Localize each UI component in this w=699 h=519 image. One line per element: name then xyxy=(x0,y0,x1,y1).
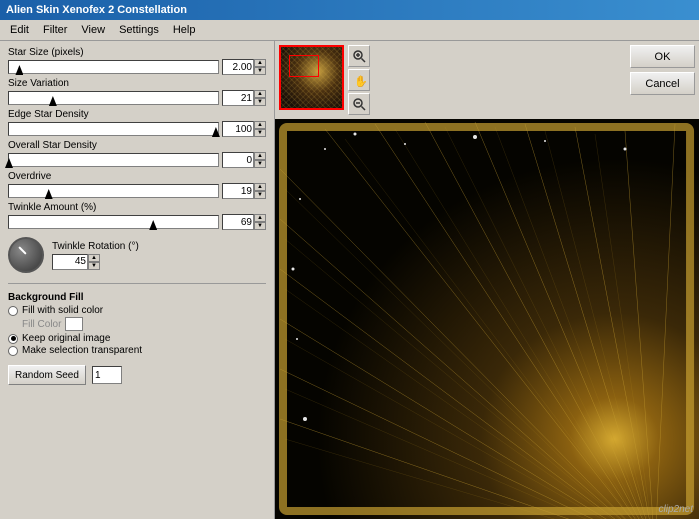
star-size-label: Star Size (pixels) xyxy=(8,47,266,58)
menu-bar: Edit Filter View Settings Help xyxy=(0,20,699,41)
star-size-up[interactable]: ▲ xyxy=(254,59,266,67)
overall-density-input[interactable] xyxy=(222,152,254,168)
menu-settings[interactable]: Settings xyxy=(113,22,165,38)
preview-thumbnail xyxy=(279,45,344,110)
twinkle-rotation-input[interactable] xyxy=(52,254,88,270)
bg-fill-title: Background Fill xyxy=(8,292,266,303)
overall-density-up[interactable]: ▲ xyxy=(254,152,266,160)
zoom-in-button[interactable] xyxy=(348,45,370,67)
radio-make-transparent-btn[interactable] xyxy=(8,346,18,356)
twinkle-rotation-up[interactable]: ▲ xyxy=(88,254,100,262)
constellation-svg xyxy=(275,119,699,519)
size-variation-up[interactable]: ▲ xyxy=(254,90,266,98)
size-variation-input[interactable] xyxy=(222,90,254,106)
edge-density-down[interactable]: ▼ xyxy=(254,129,266,137)
menu-edit[interactable]: Edit xyxy=(4,22,35,38)
thumb-tools: ✋ xyxy=(348,45,370,115)
edge-density-label: Edge Star Density xyxy=(8,109,266,120)
star-size-row: Star Size (pixels) ▲ ▼ xyxy=(8,47,266,75)
edge-density-input[interactable] xyxy=(222,121,254,137)
radio-fill-solid-label: Fill with solid color xyxy=(22,305,103,316)
overdrive-up[interactable]: ▲ xyxy=(254,183,266,191)
overdrive-row: Overdrive ▲ ▼ xyxy=(8,171,266,199)
right-panel: ✋ OK Cancel xyxy=(275,41,699,519)
twinkle-rotation-down[interactable]: ▼ xyxy=(88,262,100,270)
menu-view[interactable]: View xyxy=(75,22,111,38)
twinkle-rotation-row: Twinkle Rotation (°) ▲ ▼ xyxy=(8,237,266,273)
twinkle-amount-label: Twinkle Amount (%) xyxy=(8,202,266,213)
fill-color-swatch[interactable] xyxy=(65,317,83,331)
star-size-down[interactable]: ▼ xyxy=(254,67,266,75)
star-size-slider[interactable] xyxy=(8,60,219,74)
hand-tool-button[interactable]: ✋ xyxy=(348,69,370,91)
overall-density-label: Overall Star Density xyxy=(8,140,266,151)
radio-fill-solid[interactable]: Fill with solid color xyxy=(8,305,266,316)
twinkle-amount-input[interactable] xyxy=(222,214,254,230)
overall-density-down[interactable]: ▼ xyxy=(254,160,266,168)
overdrive-slider[interactable] xyxy=(8,184,219,198)
twinkle-rotation-label: Twinkle Rotation (°) xyxy=(52,241,139,252)
radio-make-transparent-label: Make selection transparent xyxy=(22,345,142,356)
twinkle-amount-row: Twinkle Amount (%) ▲ ▼ xyxy=(8,202,266,230)
overall-density-slider[interactable] xyxy=(8,153,219,167)
twinkle-amount-down[interactable]: ▼ xyxy=(254,222,266,230)
star-size-input[interactable] xyxy=(222,59,254,75)
preview-main xyxy=(275,119,699,519)
radio-keep-original-btn[interactable] xyxy=(8,334,18,344)
zoom-out-button[interactable] xyxy=(348,93,370,115)
preview-canvas xyxy=(275,119,699,519)
twinkle-amount-up[interactable]: ▲ xyxy=(254,214,266,222)
fill-color-label: Fill Color xyxy=(22,319,61,330)
svg-text:✋: ✋ xyxy=(354,75,366,87)
ok-button[interactable]: OK xyxy=(630,45,695,68)
random-seed-button[interactable]: Random Seed xyxy=(8,365,86,385)
overall-density-row: Overall Star Density ▲ ▼ xyxy=(8,140,266,168)
edge-density-slider[interactable] xyxy=(8,122,219,136)
radio-keep-original[interactable]: Keep original image xyxy=(8,333,266,344)
size-variation-row: Size Variation ▲ ▼ xyxy=(8,78,266,106)
fill-color-row: Fill Color xyxy=(22,317,266,331)
twinkle-amount-slider[interactable] xyxy=(8,215,219,229)
edge-density-row: Edge Star Density ▲ ▼ xyxy=(8,109,266,137)
size-variation-label: Size Variation xyxy=(8,78,266,89)
preview-red-rect xyxy=(289,55,319,77)
twinkle-rotation-knob[interactable] xyxy=(8,237,44,273)
size-variation-down[interactable]: ▼ xyxy=(254,98,266,106)
title-bar: Alien Skin Xenofex 2 Constellation xyxy=(0,0,699,20)
overdrive-down[interactable]: ▼ xyxy=(254,191,266,199)
background-fill-section: Background Fill Fill with solid color Fi… xyxy=(8,292,266,357)
radio-keep-original-label: Keep original image xyxy=(22,333,110,344)
random-seed-input[interactable] xyxy=(92,366,122,384)
right-top-bar: ✋ OK Cancel xyxy=(275,41,699,119)
radio-fill-solid-btn[interactable] xyxy=(8,306,18,316)
cancel-button[interactable]: Cancel xyxy=(630,72,695,95)
menu-help[interactable]: Help xyxy=(167,22,202,38)
overdrive-input[interactable] xyxy=(222,183,254,199)
left-panel: Star Size (pixels) ▲ ▼ Size Variation xyxy=(0,41,275,519)
random-seed-row: Random Seed xyxy=(8,365,266,385)
overdrive-label: Overdrive xyxy=(8,171,266,182)
watermark: clip2net xyxy=(659,504,693,515)
divider-1 xyxy=(8,283,266,284)
window-title: Alien Skin Xenofex 2 Constellation xyxy=(6,4,187,16)
ok-cancel-buttons: OK Cancel xyxy=(630,45,695,95)
edge-density-up[interactable]: ▲ xyxy=(254,121,266,129)
size-variation-slider[interactable] xyxy=(8,91,219,105)
radio-make-transparent[interactable]: Make selection transparent xyxy=(8,345,266,356)
menu-filter[interactable]: Filter xyxy=(37,22,73,38)
